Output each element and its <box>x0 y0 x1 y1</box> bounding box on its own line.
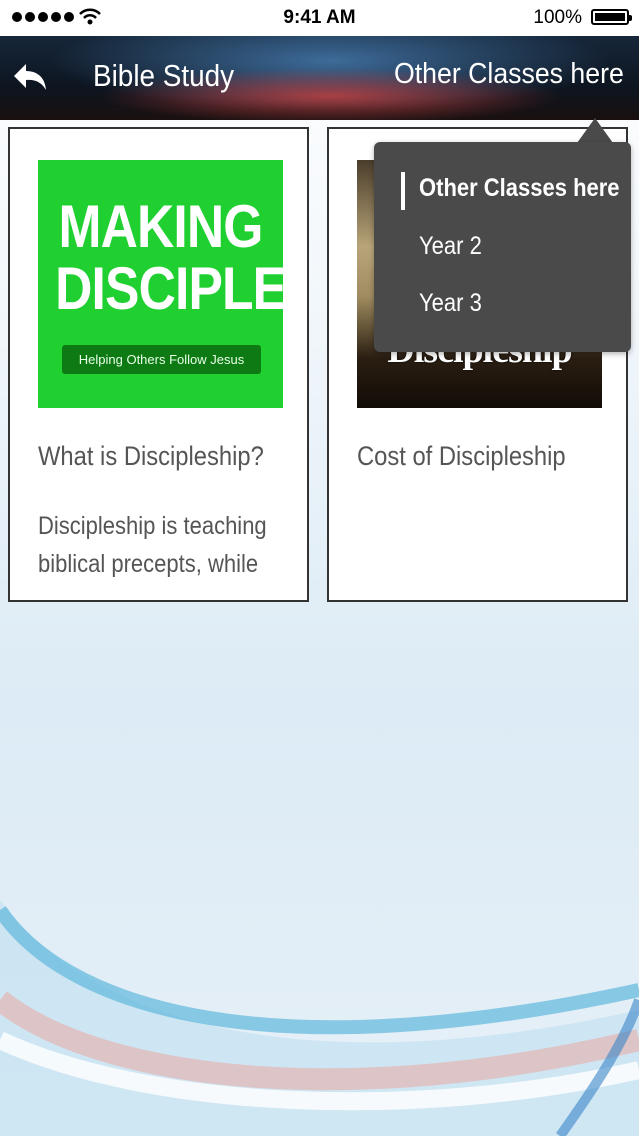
selected-indicator <box>401 172 405 210</box>
menu-item-other-classes[interactable]: Other Classes here <box>419 174 620 203</box>
thumbnail-banner: Helping Others Follow Jesus <box>62 345 261 374</box>
lesson-card[interactable]: MAKING DISCIPLES Helping Others Follow J… <box>8 127 309 602</box>
thumbnail-text: DISCIPLES <box>55 255 283 322</box>
lesson-title: What is Discipleship? <box>38 441 264 471</box>
lesson-description: Discipleship is teaching biblical precep… <box>38 512 267 578</box>
classes-dropdown-menu: Other Classes here Year 2 Year 3 <box>374 142 631 352</box>
lesson-title: Cost of Discipleship <box>357 441 566 471</box>
back-arrow-icon <box>14 64 46 90</box>
dropdown-arrow <box>577 118 613 143</box>
page-title: Bible Study <box>93 58 235 93</box>
battery-icon <box>591 9 632 25</box>
thumbnail-text: MAKING <box>58 193 263 260</box>
menu-item-year-2[interactable]: Year 2 <box>419 232 482 261</box>
other-classes-button[interactable]: Other Classes here <box>394 58 624 91</box>
status-bar: 9:41 AM 100% <box>0 0 639 36</box>
battery-percent: 100% <box>533 7 582 28</box>
lesson-thumbnail: MAKING DISCIPLES Helping Others Follow J… <box>38 160 283 408</box>
back-button[interactable] <box>10 56 54 100</box>
navigation-bar: Bible Study Other Classes here <box>0 36 639 120</box>
menu-item-year-3[interactable]: Year 3 <box>419 289 482 318</box>
